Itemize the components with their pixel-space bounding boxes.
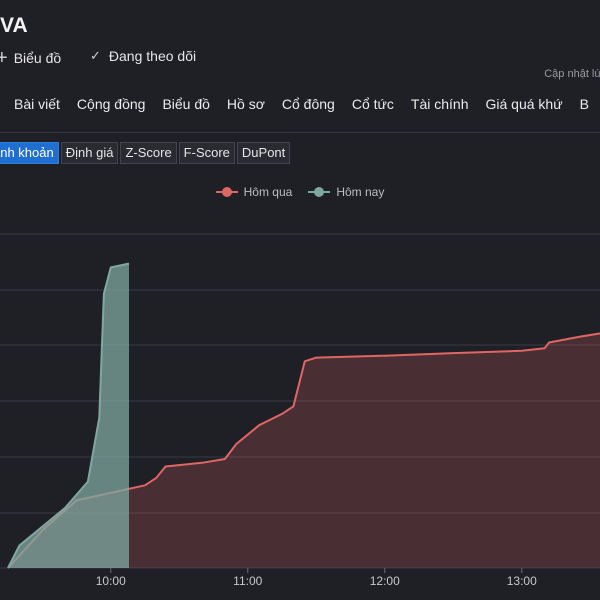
nav-item-posts[interactable]: Bài viết [14, 96, 60, 112]
tab-f-score[interactable]: F-Score [178, 142, 235, 164]
main-nav: Bài viết Cộng đồng Biểu đồ Hồ sơ Cổ đông… [14, 96, 600, 112]
intraday-volume-chart: 10:0011:0012:0013:0014:0 [0, 233, 600, 588]
nav-item-shareholders[interactable]: Cổ đông [282, 96, 335, 112]
x-tick-label-1: 11:00 [233, 574, 262, 588]
x-tick-label-2: 12:00 [370, 574, 400, 588]
updated-timestamp: Cập nhật lúc [544, 68, 600, 80]
nav-item-chart[interactable]: Biểu đồ [162, 96, 209, 112]
nav-divider [0, 132, 600, 133]
legend-today-marker [308, 187, 331, 197]
ticker-symbol: VA [0, 14, 28, 37]
nav-item-community[interactable]: Cộng đồng [77, 96, 146, 112]
x-tick-label-3: 13:00 [507, 574, 537, 588]
following-button[interactable]: ✓ Đang theo dõi [90, 48, 196, 64]
add-chart-button[interactable]: + Biểu đồ [0, 48, 61, 68]
legend-today-label: Hôm nay [336, 185, 385, 199]
nav-item-profile[interactable]: Hồ sơ [227, 96, 265, 112]
tab-valuation[interactable]: Định giá [60, 142, 119, 164]
series-today-area [8, 263, 129, 568]
legend-yesterday-marker [215, 187, 238, 197]
check-icon: ✓ [90, 48, 101, 63]
nav-item-financials[interactable]: Tài chính [411, 96, 469, 112]
nav-item-more[interactable]: B [580, 96, 589, 112]
x-tick-label-0: 10:00 [96, 574, 126, 588]
legend-yesterday[interactable]: Hôm qua [215, 185, 293, 199]
tab-liquidity[interactable]: anh khoản [0, 142, 59, 164]
nav-item-dividends[interactable]: Cổ tức [352, 96, 394, 112]
tab-z-score[interactable]: Z-Score [120, 142, 177, 164]
analysis-tabs: anh khoản Định giá Z-Score F-Score DuPon… [0, 142, 292, 164]
legend-today[interactable]: Hôm nay [308, 185, 384, 199]
nav-item-price-history[interactable]: Giá quá khứ [485, 96, 562, 112]
following-label: Đang theo dõi [108, 48, 197, 64]
stock-page: VA + Biểu đồ ✓ Đang theo dõi Cập nhật lú… [0, 0, 600, 600]
legend-yesterday-label: Hôm qua [243, 185, 293, 199]
tab-dupont[interactable]: DuPont [236, 142, 291, 164]
chart-legend: Hôm qua Hôm nay [0, 185, 600, 199]
add-chart-label: Biểu đồ [13, 50, 62, 66]
plus-icon: + [0, 47, 8, 69]
